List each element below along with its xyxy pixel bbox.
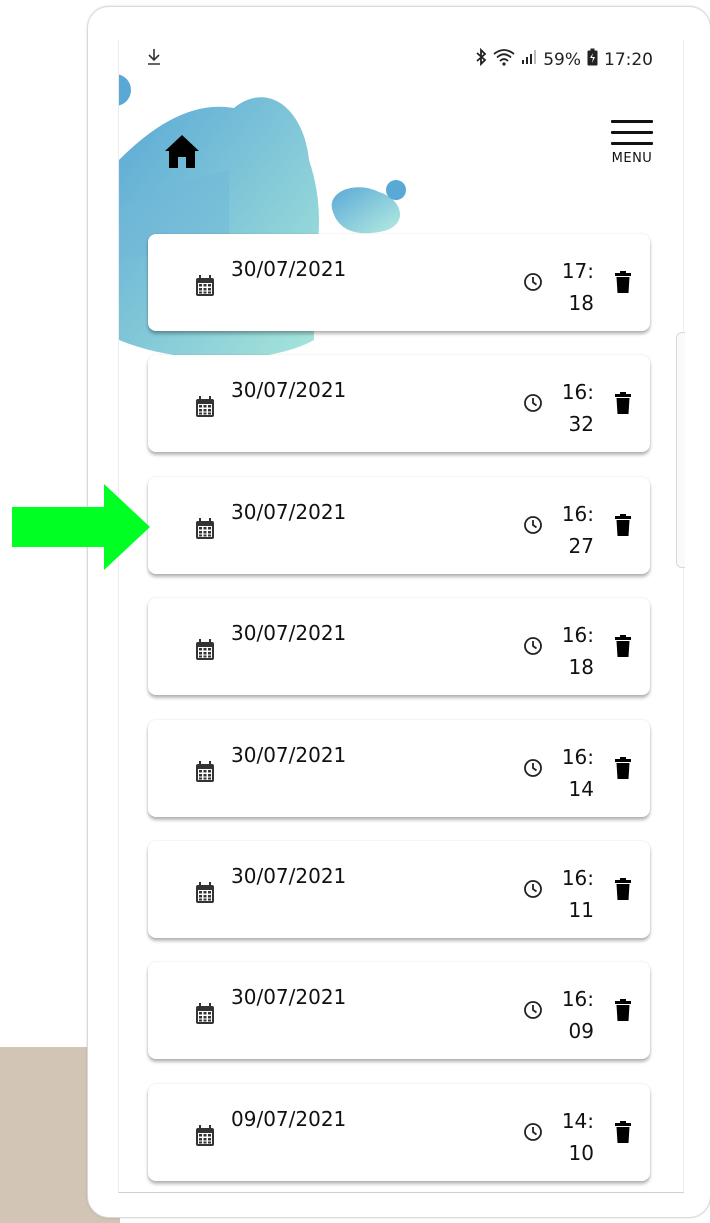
record-date: 30/07/2021 — [231, 743, 347, 767]
status-bar: 59% 17:20 — [119, 40, 683, 76]
record-time-hour: 16: — [561, 745, 594, 769]
record-time-minute: 10 — [568, 1141, 594, 1165]
record-time-hour: 16: — [561, 380, 594, 404]
record-time: 16: 18 — [558, 619, 594, 683]
download-icon — [147, 48, 161, 71]
battery-percent: 59% — [543, 49, 581, 70]
trash-icon[interactable] — [615, 271, 631, 297]
record-date: 30/07/2021 — [231, 378, 347, 402]
record-time: 16: 27 — [558, 498, 594, 562]
record-time-minute: 18 — [568, 655, 594, 679]
record-date: 30/07/2021 — [231, 864, 347, 888]
clock-icon — [523, 1122, 543, 1146]
record-time-minute: 18 — [568, 291, 594, 315]
scrollbar[interactable] — [676, 332, 685, 568]
record-time-hour: 16: — [561, 987, 594, 1011]
calendar-icon — [195, 1125, 215, 1151]
record-card[interactable]: 30/07/2021 16: 14 — [148, 720, 650, 817]
wifi-icon — [493, 48, 515, 71]
record-time-hour: 17: — [561, 259, 594, 283]
record-time-minute: 09 — [568, 1019, 594, 1043]
clock-icon — [523, 758, 543, 782]
record-card[interactable]: 30/07/2021 16: 27 — [148, 477, 650, 574]
clock-icon — [523, 1000, 543, 1024]
record-time-minute: 27 — [568, 534, 594, 558]
record-time: 14: 10 — [558, 1105, 594, 1169]
record-time-minute: 11 — [568, 898, 594, 922]
record-time-minute: 32 — [568, 412, 594, 436]
record-time: 16: 32 — [558, 376, 594, 440]
calendar-icon — [195, 882, 215, 908]
record-date: 30/07/2021 — [231, 985, 347, 1009]
trash-icon[interactable] — [615, 1121, 631, 1147]
trash-icon[interactable] — [615, 392, 631, 418]
record-card[interactable]: 30/07/2021 16: 09 — [148, 962, 650, 1059]
record-time-hour: 16: — [561, 502, 594, 526]
annotation-arrow — [12, 484, 150, 570]
trash-icon[interactable] — [615, 635, 631, 661]
menu-label: MENU — [611, 151, 653, 166]
record-time: 16: 09 — [558, 983, 594, 1047]
trash-icon[interactable] — [615, 878, 631, 904]
record-card[interactable]: 30/07/2021 16: 32 — [148, 355, 650, 452]
menu-button[interactable]: MENU — [607, 120, 657, 166]
trash-icon[interactable] — [615, 514, 631, 540]
calendar-icon — [195, 761, 215, 787]
record-time-minute: 14 — [568, 777, 594, 801]
status-clock: 17:20 — [604, 49, 653, 70]
record-time-hour: 16: — [561, 623, 594, 647]
clock-icon — [523, 272, 543, 296]
signal-icon — [521, 49, 537, 70]
battery-icon — [587, 48, 598, 71]
clock-icon — [523, 515, 543, 539]
trash-icon[interactable] — [615, 757, 631, 783]
record-date: 09/07/2021 — [231, 1107, 347, 1131]
calendar-icon — [195, 1003, 215, 1029]
record-card[interactable]: 30/07/2021 17: 18 — [148, 234, 650, 331]
record-time: 17: 18 — [558, 255, 594, 319]
calendar-icon — [195, 639, 215, 665]
calendar-icon — [195, 396, 215, 422]
record-time: 16: 14 — [558, 741, 594, 805]
clock-icon — [523, 879, 543, 903]
record-date: 30/07/2021 — [231, 500, 347, 524]
record-date: 30/07/2021 — [231, 257, 347, 281]
record-card[interactable]: 30/07/2021 16: 11 — [148, 841, 650, 938]
record-card[interactable]: 09/07/2021 14: 10 — [148, 1084, 650, 1181]
trash-icon[interactable] — [615, 999, 631, 1025]
calendar-icon — [195, 518, 215, 544]
clock-icon — [523, 393, 543, 417]
hamburger-icon — [607, 120, 657, 145]
bluetooth-icon — [475, 47, 487, 71]
record-card[interactable]: 30/07/2021 16: 18 — [148, 598, 650, 695]
record-time-hour: 14: — [561, 1109, 594, 1133]
record-time-hour: 16: — [561, 866, 594, 890]
record-date: 30/07/2021 — [231, 621, 347, 645]
app-screen: 59% 17:20 MENU 30/07/2021 17: 18 30/07/2021… — [118, 40, 684, 1193]
calendar-icon — [195, 275, 215, 301]
home-icon[interactable] — [163, 132, 201, 174]
record-time: 16: 11 — [558, 862, 594, 926]
clock-icon — [523, 636, 543, 660]
